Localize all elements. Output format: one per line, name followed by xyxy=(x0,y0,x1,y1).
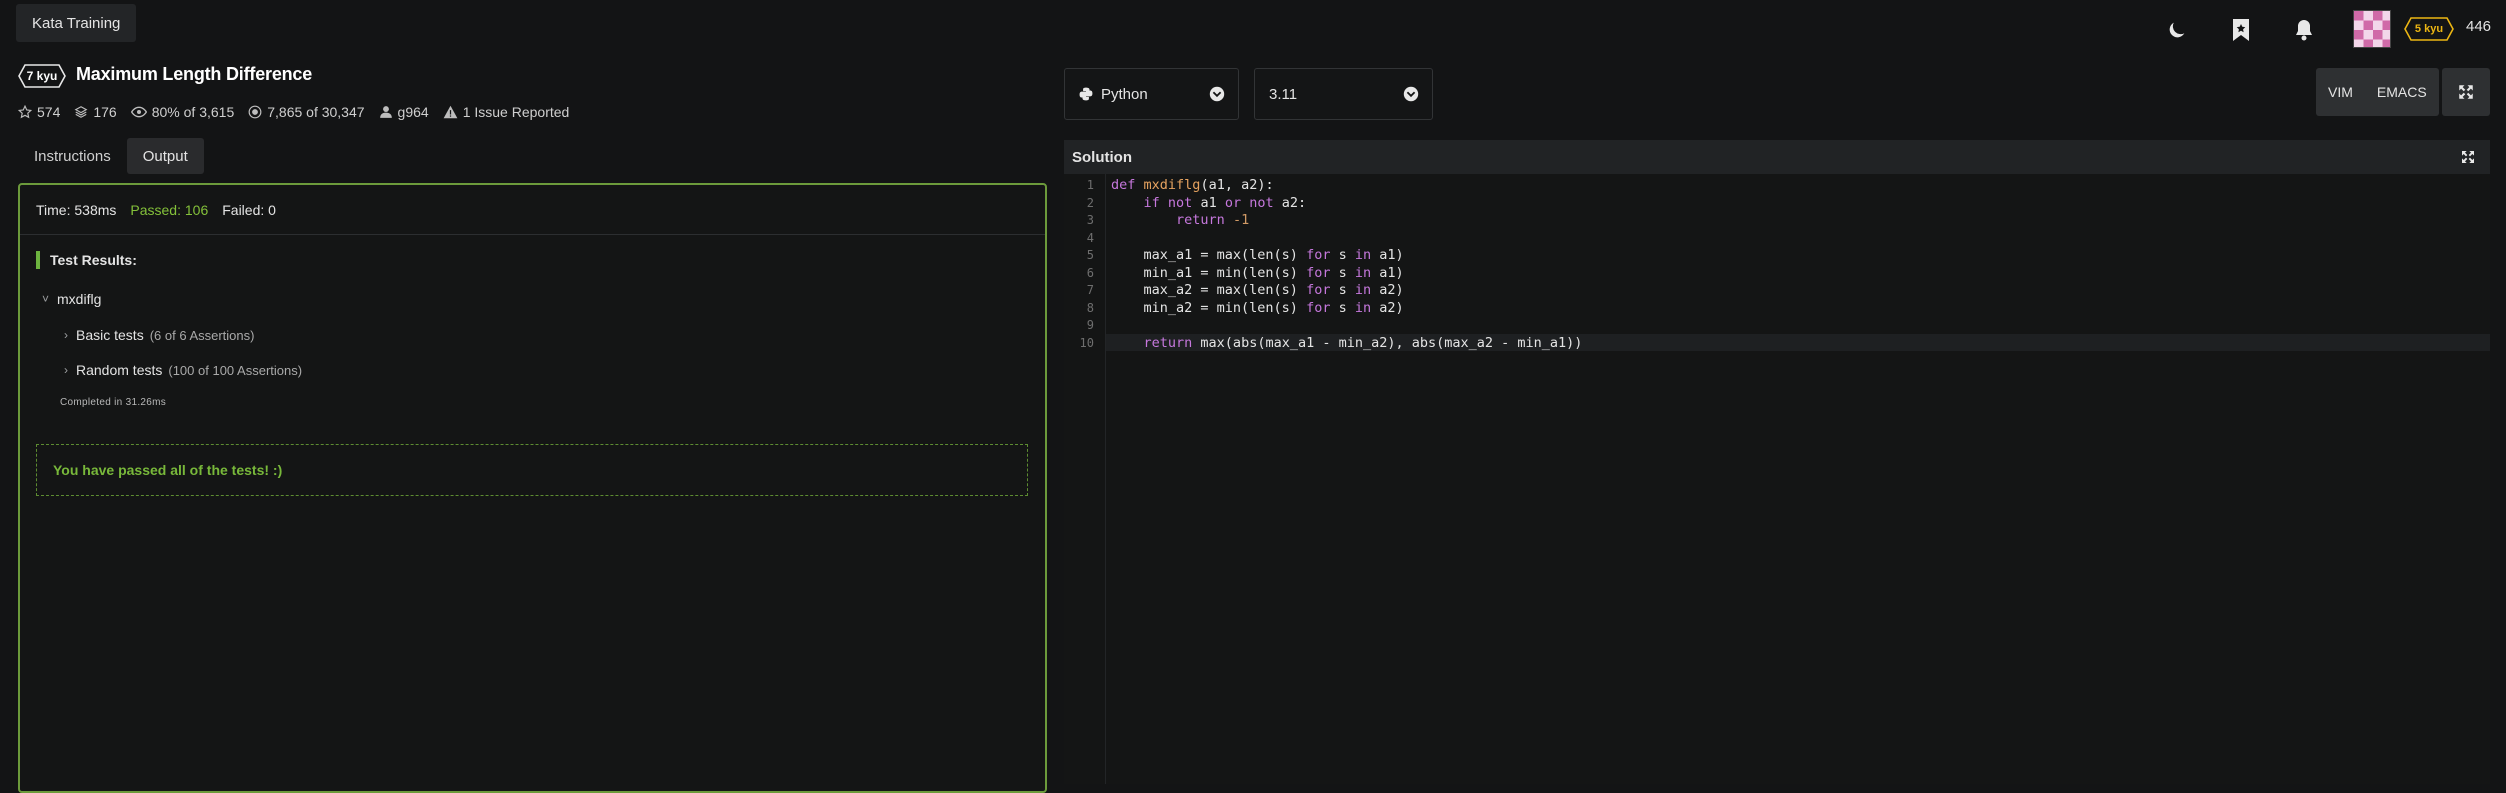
bell-icon[interactable] xyxy=(2290,16,2318,44)
line-number: 7 xyxy=(1086,283,1094,297)
subtest-random[interactable]: › Random tests (100 of 100 Assertions) xyxy=(64,362,302,378)
author-stat[interactable]: g964 xyxy=(379,104,429,120)
language-select[interactable]: Python xyxy=(1064,68,1239,120)
satisfaction-stat: 80% of 3,615 xyxy=(130,104,235,120)
target-icon xyxy=(248,105,262,119)
subtest-count: (100 of 100 Assertions) xyxy=(168,362,303,378)
chevron-down-icon xyxy=(1403,86,1419,102)
kata-title: Maximum Length Difference xyxy=(76,64,313,84)
subtest-basic[interactable]: › Basic tests (6 of 6 Assertions) xyxy=(64,327,254,343)
code-line: max_a2 = max(len(s) for s in a2) xyxy=(1111,282,1404,298)
code-line: def mxdiflg(a1, a2): xyxy=(1111,177,1274,193)
line-number: 5 xyxy=(1086,248,1094,262)
version-value: 3.11 xyxy=(1269,85,1298,103)
line-number: 8 xyxy=(1086,300,1094,315)
failed-label: Failed: 0 xyxy=(222,201,276,218)
stars-stat[interactable]: 574 xyxy=(18,104,60,120)
code-line: min_a1 = min(len(s) for s in a1) xyxy=(1111,264,1404,281)
user-rank-badge: 5 kyu xyxy=(2404,17,2454,41)
test-results-heading: Test Results: xyxy=(50,252,137,268)
top-bar: Kata Training 5 kyu 446 xyxy=(0,0,2506,60)
tab-instructions[interactable]: Instructions xyxy=(18,138,127,174)
line-number: 4 xyxy=(1086,230,1094,245)
breadcrumb-kata-training[interactable]: Kata Training xyxy=(16,4,137,42)
chevron-down-icon xyxy=(1209,86,1225,102)
line-number: 9 xyxy=(1086,318,1094,332)
issues-stat[interactable]: 1 Issue Reported xyxy=(443,104,570,120)
bookmark-icon[interactable] xyxy=(2227,16,2255,44)
completed-stat: 7,865 of 30,347 xyxy=(248,104,365,120)
eye-icon xyxy=(130,106,147,118)
python-icon xyxy=(1079,87,1093,101)
vim-button[interactable]: VIM xyxy=(2316,68,2365,116)
line-gutter: 1 2 3 4 5 6 7 8 9 10 xyxy=(1064,174,1106,784)
kata-stats: 574 176 80% of 3,615 7,865 of 30,347 g96… xyxy=(18,104,583,120)
suite-name: mxdiflg xyxy=(57,291,102,307)
expand-icon[interactable] xyxy=(2460,149,2476,165)
honor-count: 446 xyxy=(2466,18,2492,35)
panel-tabs: Instructions Output xyxy=(18,138,204,174)
chevron-down-icon: ˅ xyxy=(42,292,50,306)
fullscreen-button[interactable] xyxy=(2442,68,2490,116)
code-editor[interactable]: 1 2 3 4 5 6 7 8 9 10 def mxdiflg(a1, a2)… xyxy=(1064,174,2490,784)
satisfaction-rating: 80% of 3,615 xyxy=(151,104,235,120)
author-name: g964 xyxy=(397,104,429,120)
chevron-right-icon: › xyxy=(64,363,68,377)
output-panel: Time: 538ms Passed: 106 Failed: 0 Test R… xyxy=(18,183,1047,793)
subtest-name: Random tests xyxy=(76,362,163,378)
suite-item[interactable]: ˅ mxdiflg xyxy=(42,291,101,307)
warning-icon xyxy=(443,105,458,119)
issues-count: 1 Issue Reported xyxy=(462,104,570,120)
star-icon xyxy=(18,105,32,119)
expand-icon xyxy=(2459,85,2473,99)
results-accent-bar xyxy=(36,251,40,269)
completed-count: 7,865 of 30,347 xyxy=(267,104,365,120)
language-value: Python xyxy=(1101,85,1148,103)
line-number: 1 xyxy=(1086,178,1094,192)
success-message: You have passed all of the tests! :) xyxy=(36,444,1028,496)
kata-rank-badge: 7 kyu xyxy=(18,64,66,88)
time-label: Time: 538ms xyxy=(36,201,117,218)
code-line: min_a2 = min(len(s) for s in a2) xyxy=(1111,299,1404,316)
output-summary: Time: 538ms Passed: 106 Failed: 0 xyxy=(20,185,1045,235)
user-icon xyxy=(379,106,392,118)
stars-count: 574 xyxy=(37,104,61,120)
kata-rank-label: 7 kyu xyxy=(26,69,58,83)
subtest-name: Basic tests xyxy=(76,327,144,343)
collections-stat[interactable]: 176 xyxy=(74,104,117,120)
solution-header: Solution xyxy=(1064,140,2490,174)
emacs-button[interactable]: EMACS xyxy=(2365,68,2439,116)
code-line: if not a1 or not a2: xyxy=(1143,194,1307,211)
code-line: return max(abs(max_a1 - min_a2), abs(max… xyxy=(1143,334,1583,351)
completed-time: Completed in 31.26ms xyxy=(60,397,167,408)
solution-title: Solution xyxy=(1072,148,1132,166)
keymap-toggle: VIM EMACS xyxy=(2316,68,2439,116)
avatar[interactable] xyxy=(2353,10,2391,48)
tab-output[interactable]: Output xyxy=(126,138,204,174)
chevron-right-icon: › xyxy=(64,328,68,342)
line-number: 6 xyxy=(1086,265,1094,280)
version-select[interactable]: 3.11 xyxy=(1254,68,1433,120)
test-results: Test Results: ˅ mxdiflg › Basic tests (6… xyxy=(36,251,302,378)
code-line: return -1 xyxy=(1176,212,1250,228)
passed-label: Passed: 106 xyxy=(130,201,209,218)
moon-icon[interactable] xyxy=(2163,16,2191,44)
collections-count: 176 xyxy=(93,104,117,120)
line-number: 3 xyxy=(1086,213,1094,227)
line-number: 2 xyxy=(1086,195,1094,210)
user-rank-label: 5 kyu xyxy=(2414,23,2444,35)
subtest-count: (6 of 6 Assertions) xyxy=(149,327,255,343)
test-results-title: Test Results: xyxy=(36,251,137,269)
code-line: max_a1 = max(len(s) for s in a1) xyxy=(1111,247,1404,263)
line-number: 10 xyxy=(1079,335,1094,350)
collection-icon xyxy=(74,106,88,118)
